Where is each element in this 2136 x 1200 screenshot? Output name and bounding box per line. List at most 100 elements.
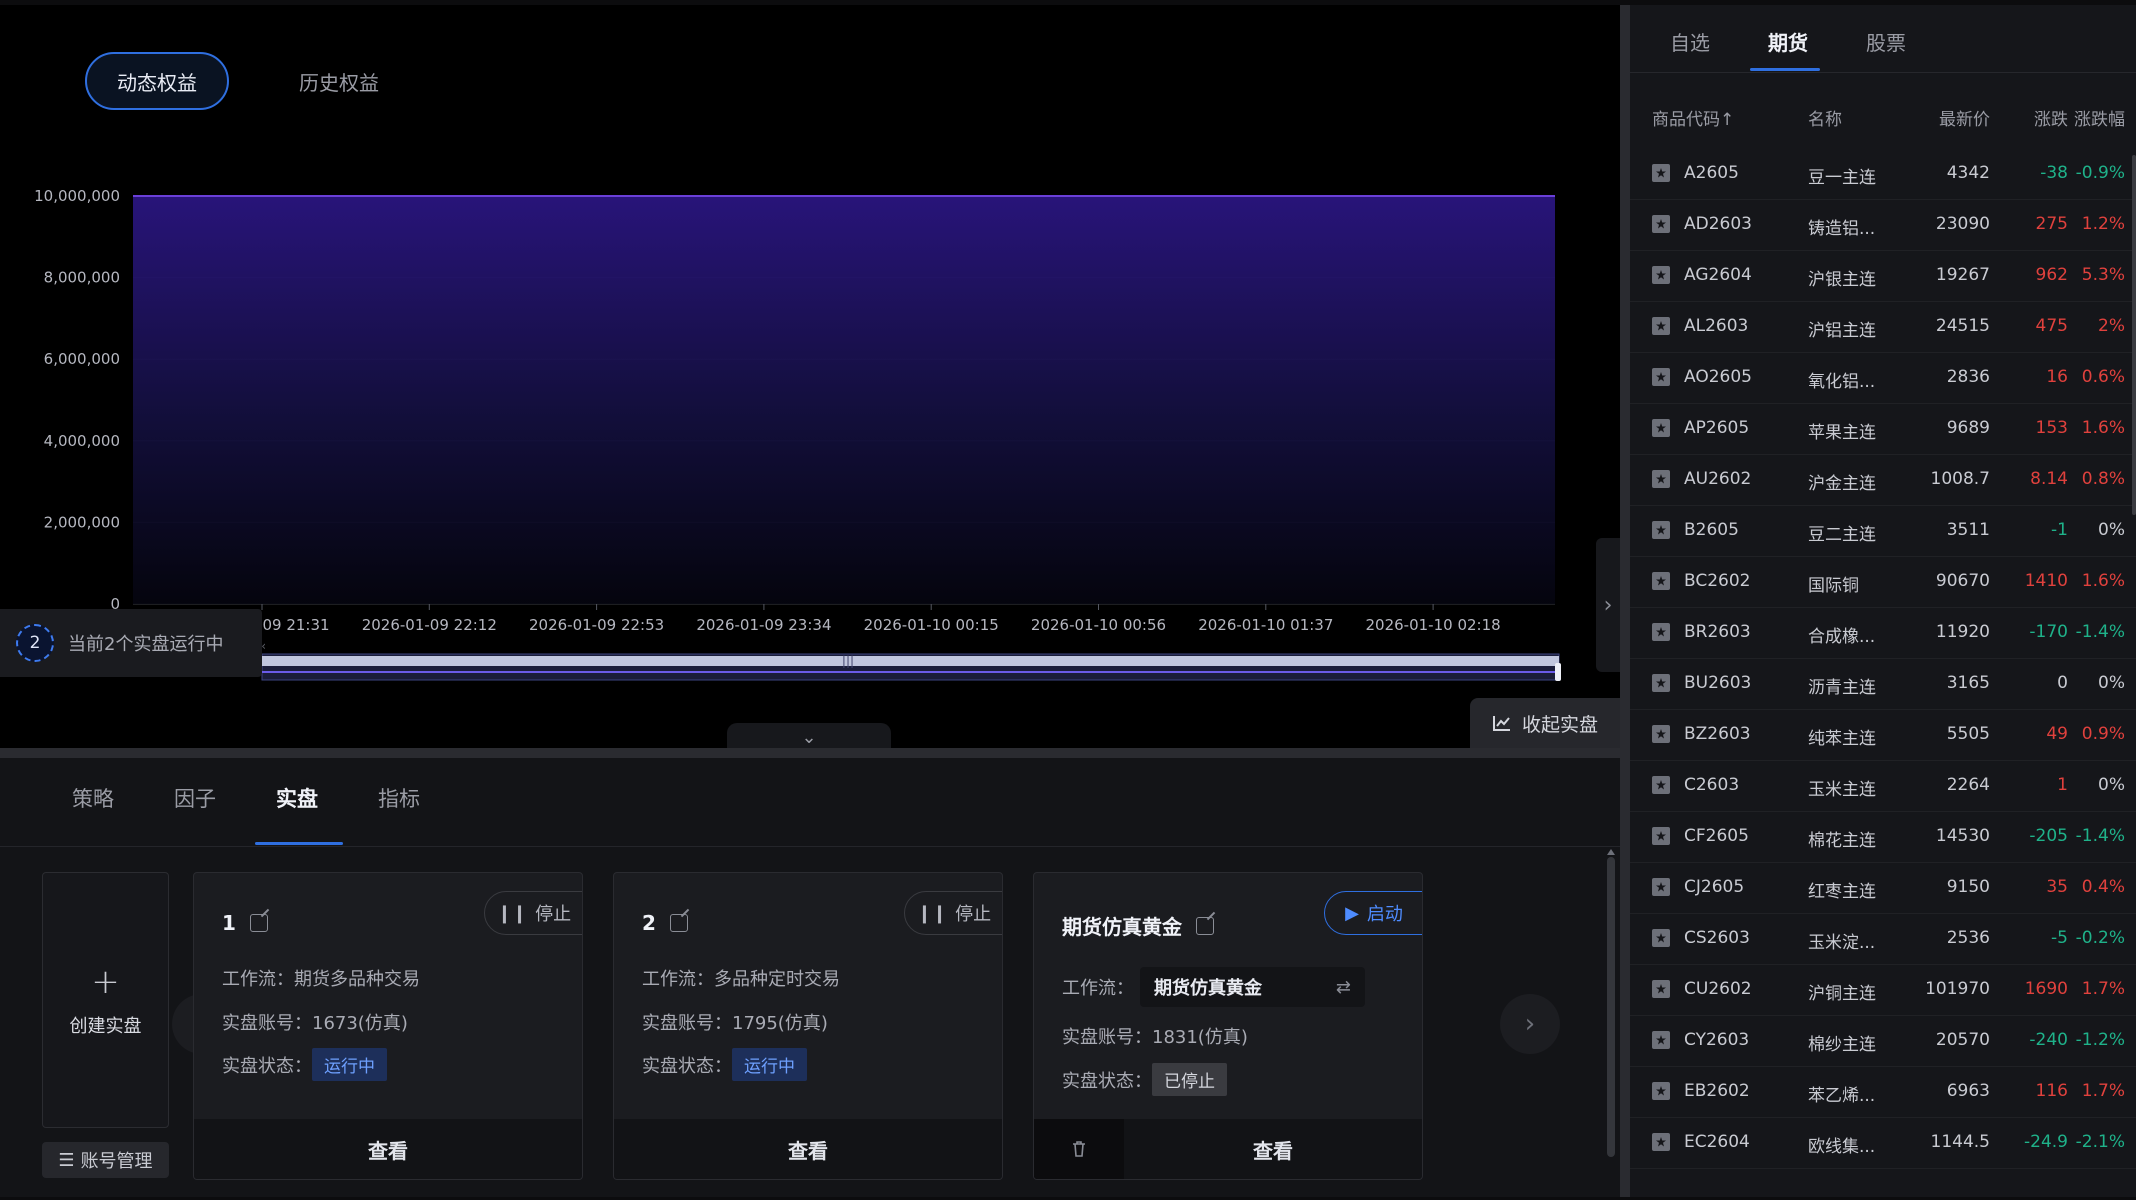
quote-change: 962 xyxy=(2035,265,2068,285)
bookmark-icon[interactable] xyxy=(1652,878,1670,896)
quote-row[interactable]: CF2605 棉花主连 14530 -205 -1.4% xyxy=(1630,812,2136,863)
workflow-label: 工作流： xyxy=(1062,978,1134,999)
view-button[interactable]: 查看 xyxy=(614,1119,1002,1179)
bookmark-icon[interactable] xyxy=(1652,929,1670,947)
quote-row[interactable]: B2605 豆二主连 3511 -1 0% xyxy=(1630,506,2136,557)
scroll-up-arrow[interactable] xyxy=(1607,849,1615,855)
bottom-scrollbar[interactable] xyxy=(1607,857,1615,1157)
edit-icon[interactable] xyxy=(1196,916,1214,935)
edit-icon[interactable] xyxy=(249,914,268,932)
bookmark-icon[interactable] xyxy=(1652,980,1670,998)
zoom-slider-window[interactable] xyxy=(262,656,1559,666)
quote-row[interactable]: C2603 玉米主连 2264 1 0% xyxy=(1630,761,2136,812)
quote-row[interactable]: EC2604 欧线集... 1144.5 -24.9 -2.1% xyxy=(1630,1118,2136,1169)
tab-stocks[interactable]: 股票 xyxy=(1866,27,1906,56)
view-button[interactable]: 查看 xyxy=(1124,1135,1422,1164)
quote-change-pct: 1.7% xyxy=(2081,979,2125,999)
bookmark-icon[interactable] xyxy=(1652,623,1670,641)
quote-row[interactable]: AD2603 铸造铝... 23090 275 1.2% xyxy=(1630,200,2136,251)
quote-row[interactable]: BU2603 沥青主连 3165 0 0% xyxy=(1630,659,2136,710)
quote-row[interactable]: BR2603 合成橡... 11920 -170 -1.4% xyxy=(1630,608,2136,659)
quote-change: 116 xyxy=(2035,1081,2068,1101)
quote-row[interactable]: CJ2605 红枣主连 9150 35 0.4% xyxy=(1630,863,2136,914)
quote-row[interactable]: AG2604 沪银主连 19267 962 5.3% xyxy=(1630,251,2136,302)
workflow-select[interactable]: 期货仿真黄金 ⇄ xyxy=(1140,967,1365,1007)
equity-chart[interactable]: 02,000,0004,000,0006,000,0008,000,00010,… xyxy=(0,5,1620,705)
account-value: 1795(仿真) xyxy=(732,1013,828,1034)
quote-row[interactable]: BZ2603 纯苯主连 5505 49 0.9% xyxy=(1630,710,2136,761)
create-live-card[interactable]: + 创建实盘 xyxy=(42,872,169,1128)
quote-name: 欧线集... xyxy=(1808,1137,1876,1157)
bookmark-icon[interactable] xyxy=(1652,674,1670,692)
header-code[interactable]: 商品代码↑ xyxy=(1652,105,1734,130)
tab-live[interactable]: 实盘 xyxy=(276,783,318,813)
zoom-slider-grip[interactable]: ||| xyxy=(842,654,854,668)
tab-factor[interactable]: 因子 xyxy=(174,783,216,813)
tab-watchlist[interactable]: 自选 xyxy=(1670,27,1710,56)
header-change-pct[interactable]: 涨跌幅 xyxy=(2070,105,2125,130)
tab-indicator[interactable]: 指标 xyxy=(378,783,420,813)
account-management-button[interactable]: ☰ 账号管理 xyxy=(42,1142,169,1178)
quote-change: 153 xyxy=(2035,418,2068,438)
workflow-value: 期货多品种交易 xyxy=(294,969,420,990)
header-name[interactable]: 名称 xyxy=(1808,105,1842,130)
delete-button[interactable] xyxy=(1034,1119,1124,1179)
workflow-label: 工作流： xyxy=(222,969,294,990)
quotes-scrollbar[interactable] xyxy=(2132,155,2136,515)
live-card-2: 2 ❙❙ 停止 工作流： 多品种定时交易 实盘账号： 1795(仿真) 实盘状态… xyxy=(613,872,1003,1180)
carousel-next-button[interactable]: › xyxy=(1500,994,1560,1054)
start-button[interactable]: ▶ 启动 xyxy=(1324,891,1422,935)
bookmark-icon[interactable] xyxy=(1652,572,1670,590)
stop-button[interactable]: ❙❙ 停止 xyxy=(904,891,1002,935)
quote-row[interactable]: A2605 豆一主连 4342 -38 -0.9% xyxy=(1630,149,2136,200)
quote-row[interactable]: CU2602 沪铜主连 101970 1690 1.7% xyxy=(1630,965,2136,1016)
bookmark-icon[interactable] xyxy=(1652,725,1670,743)
bookmark-icon[interactable] xyxy=(1652,521,1670,539)
bookmark-icon[interactable] xyxy=(1652,470,1670,488)
bookmark-icon[interactable] xyxy=(1652,266,1670,284)
vertical-splitter[interactable] xyxy=(1620,5,1630,1197)
bookmark-icon[interactable] xyxy=(1652,368,1670,386)
view-button[interactable]: 查看 xyxy=(194,1119,582,1179)
tab-futures[interactable]: 期货 xyxy=(1768,27,1808,56)
bookmark-icon[interactable] xyxy=(1652,317,1670,335)
bookmark-icon[interactable] xyxy=(1652,776,1670,794)
bookmark-icon[interactable] xyxy=(1652,215,1670,233)
quote-row[interactable]: EB2602 苯乙烯... 6963 116 1.7% xyxy=(1630,1067,2136,1118)
y-tick-label: 10,000,000 xyxy=(34,187,120,205)
tab-strategy[interactable]: 策略 xyxy=(72,783,114,813)
quote-row[interactable]: AO2605 氧化铝... 2836 16 0.6% xyxy=(1630,353,2136,404)
quote-row[interactable]: BC2602 国际铜 90670 1410 1.6% xyxy=(1630,557,2136,608)
bookmark-icon[interactable] xyxy=(1652,827,1670,845)
header-price[interactable]: 最新价 xyxy=(1880,105,1990,130)
bookmark-icon[interactable] xyxy=(1652,1133,1670,1151)
collapse-live-button[interactable]: 收起实盘 xyxy=(1470,698,1620,748)
bookmark-icon[interactable] xyxy=(1652,1031,1670,1049)
quote-row[interactable]: AP2605 苹果主连 9689 153 1.6% xyxy=(1630,404,2136,455)
account-management-label: 账号管理 xyxy=(80,1151,153,1172)
pause-icon: ❙❙ xyxy=(496,902,528,924)
quote-change: 35 xyxy=(2046,877,2068,897)
bookmark-icon[interactable] xyxy=(1652,419,1670,437)
quote-row[interactable]: AU2602 沪金主连 1008.7 8.14 0.8% xyxy=(1630,455,2136,506)
quote-tabs: 自选 期货 股票 xyxy=(1630,5,2136,73)
running-count-tag[interactable]: 2 当前2个实盘运行中 ‹ xyxy=(0,609,266,677)
fold-panel-tab[interactable]: ⌄ xyxy=(727,723,891,751)
quote-name: 国际铜 xyxy=(1808,576,1859,596)
quote-row[interactable]: CY2603 棉纱主连 20570 -240 -1.2% xyxy=(1630,1016,2136,1067)
status-badge: 运行中 xyxy=(732,1048,807,1081)
header-change[interactable]: 涨跌 xyxy=(2000,105,2068,130)
bookmark-icon[interactable] xyxy=(1652,164,1670,182)
y-tick-label: 4,000,000 xyxy=(44,432,120,450)
active-tab-indicator xyxy=(255,842,343,845)
quote-row[interactable]: CS2603 玉米淀... 2536 -5 -0.2% xyxy=(1630,914,2136,965)
collapse-live-label: 收起实盘 xyxy=(1521,713,1598,736)
quote-row[interactable]: AL2603 沪铝主连 24515 475 2% xyxy=(1630,302,2136,353)
side-collapse-arrow[interactable]: › xyxy=(1596,538,1620,672)
horizontal-splitter[interactable] xyxy=(0,748,1620,758)
quote-change-pct: -0.9% xyxy=(2075,163,2125,183)
bookmark-icon[interactable] xyxy=(1652,1082,1670,1100)
stop-button[interactable]: ❙❙ 停止 xyxy=(484,891,582,935)
edit-icon[interactable] xyxy=(669,914,688,932)
zoom-slider-handle-right[interactable] xyxy=(1555,663,1561,681)
